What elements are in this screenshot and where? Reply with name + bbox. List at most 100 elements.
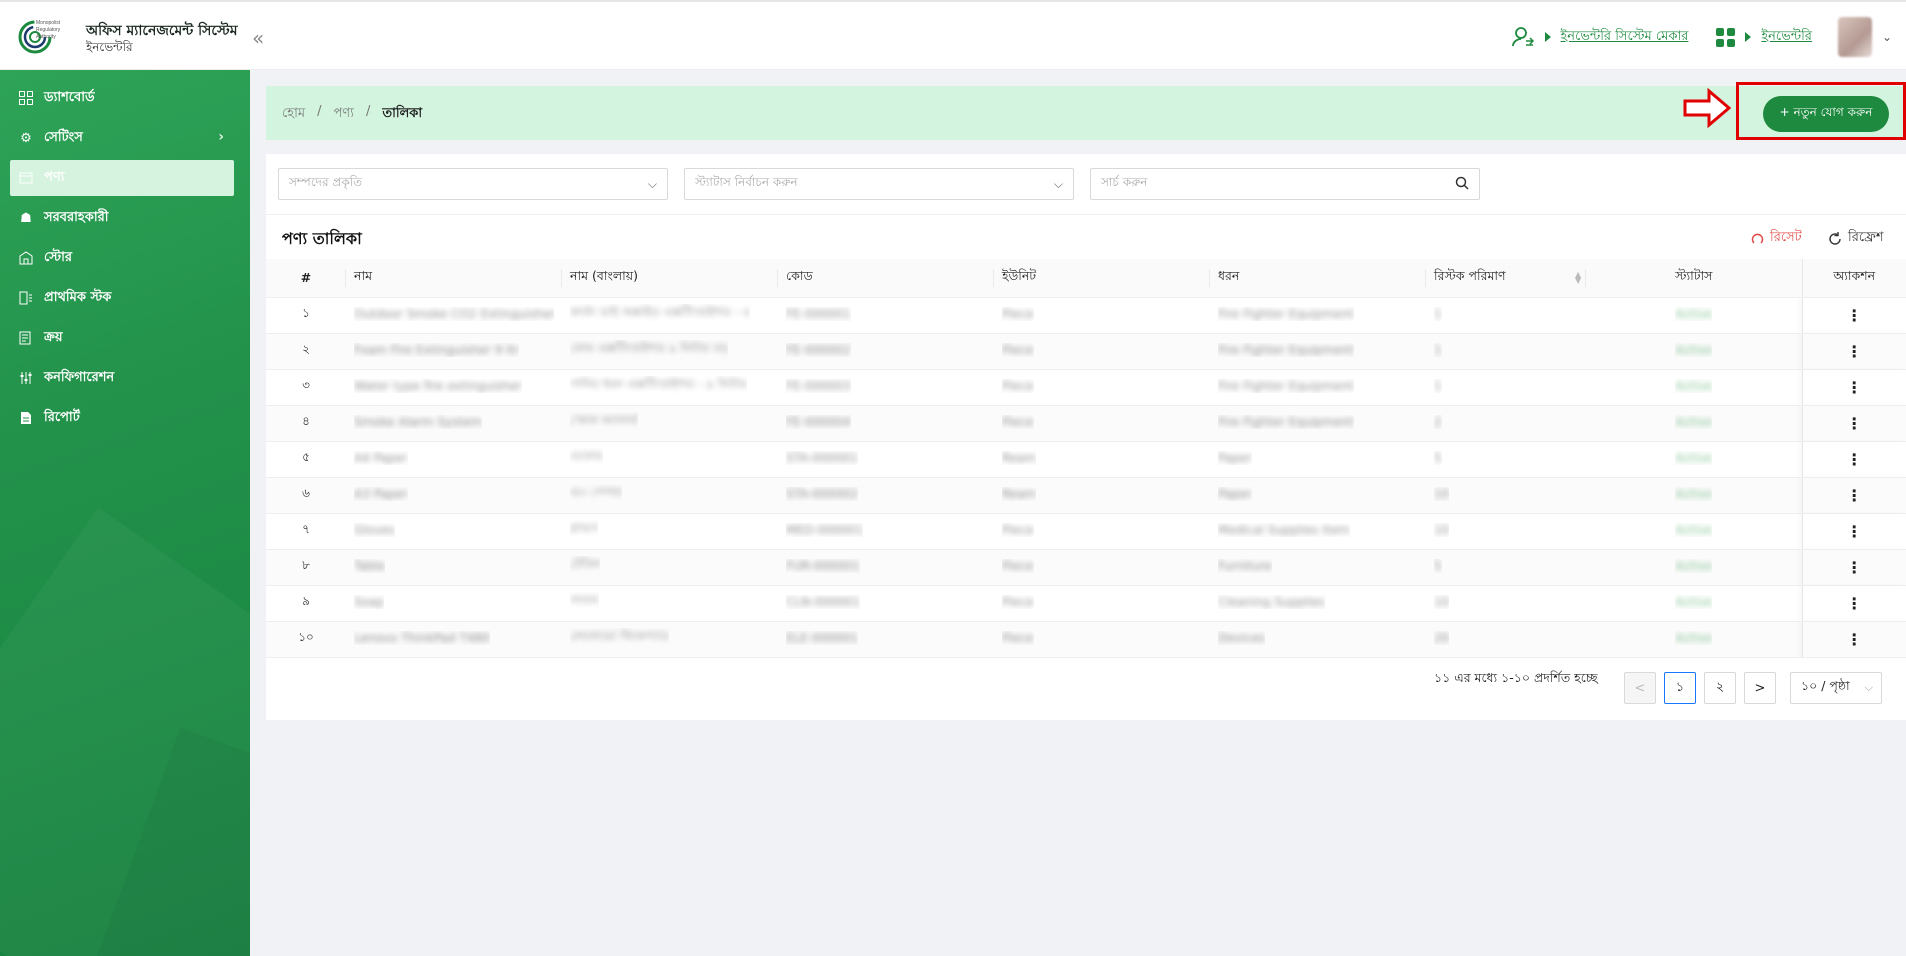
row-name-bn: লেনোভো থিংকপ্যাড	[570, 628, 670, 643]
column-header-name-bn: নাম (বাংলায়)	[562, 259, 778, 298]
sort-icon[interactable]: ▲ ▼	[1575, 271, 1581, 285]
sidebar-item-report[interactable]: রিপোর্ট	[10, 400, 234, 436]
row-status: Active	[1675, 486, 1713, 501]
row-index: ৯	[302, 594, 310, 608]
chevron-down-icon[interactable]: ⌄	[1882, 30, 1892, 44]
row-restock: 1	[1434, 342, 1442, 357]
more-actions-icon[interactable]: ⋮	[1846, 414, 1862, 433]
more-actions-icon[interactable]: ⋮	[1846, 594, 1862, 613]
row-type: Fire Fighter Equipment	[1218, 378, 1354, 393]
row-name-bn: কার্বন ডাই অক্সাইড এক্সটিংগুইশার - ৫	[570, 304, 751, 319]
asset-type-select[interactable]: সম্পদের প্রকৃতি ⌵	[278, 168, 668, 200]
sidebar-item-purchase[interactable]: ক্রয়	[10, 320, 234, 356]
reset-icon	[1751, 233, 1764, 244]
column-header-type: ধরন	[1210, 259, 1426, 298]
sidebar-item-label: সেটিংস	[44, 129, 83, 145]
reset-button[interactable]: রিসেট	[1751, 228, 1802, 249]
table-row: ১ Outdoor Smoke CO2 Extinguisher কার্বন ডা…	[266, 297, 1906, 334]
row-restock: 5	[1434, 558, 1442, 573]
row-name-bn: পানির ধরন এক্সটিংগুইশার - ৯ লিটার	[570, 376, 747, 391]
row-name: Smoke Alarm System	[354, 414, 483, 429]
row-name-bn: সাবান	[570, 592, 599, 607]
row-name: A4 Paper	[354, 450, 408, 465]
row-unit: Ream	[1002, 486, 1037, 501]
row-code: FUR-000001	[786, 558, 860, 573]
table-row: ৬ A3 Paper এ৩ পেপার STA-000002 Ream Paper 10 Ac…	[266, 477, 1906, 514]
row-restock: 10	[1434, 486, 1450, 501]
column-header-code: কোড	[778, 259, 994, 298]
more-actions-icon[interactable]: ⋮	[1846, 558, 1862, 577]
row-type: Fire Fighter Equipment	[1218, 306, 1354, 321]
more-actions-icon[interactable]: ⋮	[1846, 342, 1862, 361]
sidebar-item-products[interactable]: পণ্য	[10, 160, 234, 196]
sidebar-item-settings[interactable]: ⚙ সেটিংস ›	[10, 120, 234, 156]
sidebar-item-configuration[interactable]: কনফিগারেশন	[10, 360, 234, 396]
avatar[interactable]	[1837, 17, 1872, 57]
apps-grid-icon[interactable]	[1716, 27, 1736, 47]
breadcrumb-bar: হোম / পণ্য / তালিকা	[266, 86, 1906, 140]
sidebar-item-label: ক্রয়	[44, 329, 63, 345]
more-actions-icon[interactable]: ⋮	[1846, 450, 1862, 469]
row-restock: 2	[1434, 414, 1442, 429]
row-type: Paper	[1218, 486, 1252, 501]
row-restock: 10	[1434, 594, 1450, 609]
page-size-select[interactable]: ১০ / পৃষ্ঠা ⌵	[1790, 672, 1882, 704]
column-header-index: #	[266, 259, 346, 298]
chevron-down-icon: ⌵	[1864, 681, 1873, 694]
row-status: Active	[1675, 450, 1713, 465]
breadcrumb-separator: /	[317, 104, 322, 119]
breadcrumb-home[interactable]: হোম	[282, 104, 305, 125]
caret-right-icon	[1544, 32, 1551, 42]
row-unit: Piece	[1002, 378, 1034, 393]
sidebar-item-store[interactable]: স্টোর	[10, 240, 234, 276]
table-row: ৫ A4 Paper এফোর STA-000001 Ream Paper 5 Active ⋮	[266, 441, 1906, 478]
page-1-button[interactable]: ১	[1664, 672, 1696, 704]
status-select[interactable]: স্ট্যাটাস নির্বাচন করুন ⌵	[684, 168, 1074, 200]
inventory-module-link[interactable]: ইনভেন্টরি	[1761, 27, 1812, 48]
refresh-button[interactable]: রিফ্রেশ	[1828, 228, 1884, 249]
row-index: ৪	[302, 414, 310, 428]
row-name-bn: টেবিল	[570, 556, 601, 571]
row-restock: 1	[1434, 306, 1442, 321]
table-row: ২ Foam Fire Extinguisher 9 ltr ফোম এক্সটিং…	[266, 333, 1906, 370]
more-actions-icon[interactable]: ⋮	[1846, 486, 1862, 505]
more-actions-icon[interactable]: ⋮	[1846, 522, 1862, 541]
sidebar-item-label: রিপোর্ট	[44, 409, 80, 425]
prev-page-button[interactable]: <	[1624, 672, 1656, 704]
sidebar-item-initial-stock[interactable]: প্রাথমিক স্টক	[10, 280, 234, 316]
search-icon[interactable]	[1455, 176, 1469, 190]
add-new-button[interactable]: + নতুন যোগ করুন	[1763, 96, 1889, 132]
next-page-button[interactable]: >	[1744, 672, 1776, 704]
page-2-button[interactable]: ২	[1704, 672, 1736, 704]
row-index: ৮	[302, 558, 310, 572]
column-header-unit: ইউনিট	[994, 259, 1210, 298]
stock-icon	[18, 290, 34, 306]
column-header-restock[interactable]: রিস্টক পরিমাণ ▲ ▼	[1426, 259, 1586, 298]
sidebar-item-dashboard[interactable]: ড্যাশবোর্ড	[10, 80, 234, 116]
row-status: Active	[1675, 558, 1713, 573]
app-subtitle: ইনভেন্টরি	[86, 40, 133, 54]
table-row: ৮ Table টেবিল FUR-000001 Piece Furniture 5 Acti…	[266, 549, 1906, 586]
top-bar: Monopolist Regulatory Authority অফিস ম্য…	[0, 0, 1906, 70]
chevron-right-icon: ›	[218, 129, 224, 145]
row-index: ১	[302, 306, 310, 320]
row-type: Furniture	[1218, 558, 1272, 573]
row-unit: Piece	[1002, 630, 1034, 645]
sidebar-item-label: কনফিগারেশন	[44, 369, 115, 385]
row-status: Active	[1675, 414, 1713, 429]
more-actions-icon[interactable]: ⋮	[1846, 306, 1862, 325]
table-header-row: # নাম নাম (বাংলায়) কোড ইউনিট ধরন রিস্টক…	[266, 259, 1906, 298]
sidebar-item-suppliers[interactable]: ☗ সরবরাহকারী	[10, 200, 234, 236]
system-maker-link[interactable]: ইনভেন্টরি সিস্টেম মেকার	[1561, 27, 1689, 48]
more-actions-icon[interactable]: ⋮	[1846, 378, 1862, 397]
row-name-bn: ফোম এক্সটিংগুইশার ৯ লিটার বড়	[570, 340, 729, 355]
row-index: ৭	[302, 522, 310, 536]
breadcrumb-products[interactable]: পণ্য	[333, 104, 353, 125]
row-name: Foam Fire Extinguisher 9 ltr	[354, 342, 520, 357]
search-input[interactable]: সার্চ করুন	[1090, 168, 1480, 200]
row-index: ২	[302, 342, 310, 356]
more-actions-icon[interactable]: ⋮	[1846, 630, 1862, 649]
collapse-sidebar-icon[interactable]: «	[252, 26, 264, 50]
row-name-bn: এফোর	[570, 448, 603, 463]
chevron-down-icon: ⌵	[1053, 177, 1063, 191]
